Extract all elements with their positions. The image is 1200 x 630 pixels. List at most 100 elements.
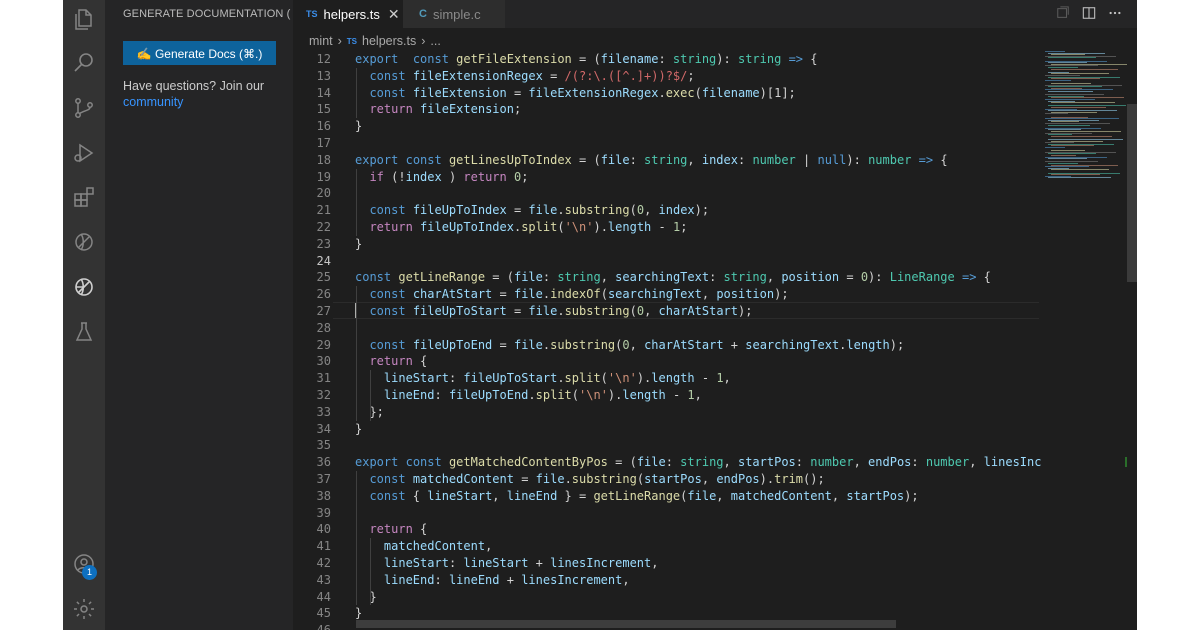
code-line[interactable]: 12 export const getFileExtension = (filen… <box>293 51 1041 68</box>
code-line[interactable]: 30 return { <box>293 353 1041 370</box>
line-number: 41 <box>316 539 331 554</box>
code-line[interactable]: 25 const getLineRange = (file: string, se… <box>293 269 1041 286</box>
close-icon[interactable]: ✕ <box>388 6 400 23</box>
code-line[interactable]: 21 const fileUpToIndex = file.substring(… <box>293 202 1041 219</box>
question-text: Have questions? Join our <box>123 79 265 93</box>
code-text: lineEnd: fileUpToEnd.split('\n').length … <box>383 388 702 402</box>
code-line[interactable]: 34} <box>293 421 1041 438</box>
minimap-line <box>1045 113 1068 115</box>
code-line[interactable]: 43 lineEnd: lineEnd + linesIncrement, <box>293 572 1041 589</box>
vertical-scrollbar[interactable] <box>1127 104 1137 282</box>
code-text: const fileUpToStart = file.substring(0, … <box>369 304 753 318</box>
code-text: const matchedContent = file.substring(st… <box>369 472 825 486</box>
line-number: 13 <box>316 68 331 83</box>
line-number: 32 <box>316 388 331 402</box>
code-line[interactable]: 31 lineStart: fileUpToStart.split('\n').… <box>293 370 1041 387</box>
settings-gear-icon[interactable] <box>69 594 99 624</box>
account-badge: 1 <box>82 565 97 580</box>
breadcrumb-folder[interactable]: mint <box>309 34 333 48</box>
code-line[interactable]: 13 const fileExtensionRegex = /(?:\.([^.… <box>293 68 1041 85</box>
code-line[interactable]: 15 return fileExtension; <box>293 101 1041 118</box>
help-text: Have questions? Join our community <box>123 78 288 110</box>
code-line[interactable]: 39 <box>293 505 1041 522</box>
tab-simple-c[interactable]: C simple.c <box>403 0 505 28</box>
minimap-line <box>1048 57 1096 59</box>
tab-helpers-ts[interactable]: TS helpers.ts ✕ <box>293 0 403 28</box>
tab-label: simple.c <box>432 6 481 22</box>
code-line[interactable]: 41 matchedContent, <box>293 538 1041 555</box>
code-line[interactable]: 18 export const getLinesUpToIndex = (file… <box>293 152 1041 169</box>
code-line[interactable]: 42 lineStart: lineStart + linesIncrement… <box>293 555 1041 572</box>
mintlify-icon[interactable] <box>69 272 99 302</box>
source-control-icon[interactable] <box>69 93 99 123</box>
code-line[interactable]: 37 const matchedContent = file.substring… <box>293 471 1041 488</box>
open-changes-icon[interactable] <box>1055 5 1071 21</box>
code-line[interactable]: 26 const charAtStart = file.indexOf(sear… <box>293 286 1041 303</box>
code-text: } <box>355 119 363 134</box>
more-actions-icon[interactable] <box>1107 5 1123 21</box>
line-number: 27 <box>316 304 331 318</box>
testing-icon[interactable] <box>69 317 99 347</box>
code-line[interactable]: 27 const fileUpToStart = file.substring(… <box>293 303 1041 320</box>
code-text: return fileExtension; <box>369 102 522 117</box>
line-number: 21 <box>316 203 331 218</box>
code-text: const fileExtensionRegex = /(?:\.([^.]+)… <box>369 68 695 83</box>
breadcrumb-more[interactable]: ... <box>430 34 440 48</box>
line-number: 46 <box>293 622 331 630</box>
breadcrumb-file[interactable]: helpers.ts <box>362 34 416 48</box>
run-debug-icon[interactable] <box>69 138 99 168</box>
code-editor[interactable]: 12 export const getFileExtension = (filen… <box>293 51 1041 630</box>
code-line[interactable]: 33 }; <box>293 404 1041 421</box>
line-number: 25 <box>316 270 331 285</box>
code-line[interactable]: 40 return { <box>293 521 1041 538</box>
code-line[interactable]: 38 const { lineStart, lineEnd } = getLin… <box>293 488 1041 505</box>
extensions-icon[interactable] <box>69 182 99 212</box>
minimap[interactable] <box>1041 51 1127 630</box>
indent-guide <box>370 538 371 606</box>
code-line[interactable]: 17 <box>293 135 1041 152</box>
line-number: 17 <box>316 136 331 150</box>
code-line[interactable]: 14 const fileExtension = fileExtensionRe… <box>293 85 1041 102</box>
line-number: 37 <box>316 472 331 486</box>
horizontal-scrollbar[interactable] <box>356 620 896 628</box>
code-text: export const getFileExtension = (filenam… <box>355 52 818 66</box>
code-line[interactable]: 32 lineEnd: fileUpToEnd.split('\n').leng… <box>293 387 1041 404</box>
code-text: if (!index ) return 0; <box>369 169 529 184</box>
code-text: const fileExtension = fileExtensionRegex… <box>369 85 796 100</box>
search-icon[interactable] <box>69 48 99 78</box>
community-link[interactable]: community <box>123 95 183 109</box>
code-line[interactable]: 28 <box>293 320 1041 337</box>
line-number: 29 <box>316 337 331 352</box>
explorer-icon[interactable] <box>69 4 99 34</box>
remote-icon[interactable] <box>69 227 99 257</box>
code-line[interactable]: 22 return fileUpToIndex.split('\n').leng… <box>293 219 1041 236</box>
typescript-file-icon: TS <box>346 36 358 46</box>
code-line[interactable]: 36 export const getMatchedContentByPos = … <box>293 454 1041 471</box>
code-line[interactable]: 35 <box>293 437 1041 454</box>
minimap-line <box>1051 169 1109 171</box>
line-number: 24 <box>316 253 331 268</box>
code-text: const fileUpToEnd = file.substring(0, ch… <box>369 337 905 352</box>
code-line[interactable]: 24 <box>293 253 1041 270</box>
line-number: 45 <box>316 606 331 621</box>
tab-label: helpers.ts <box>323 6 380 22</box>
chevron-right-icon: › <box>421 34 426 48</box>
line-number: 36 <box>316 455 331 470</box>
line-number: 42 <box>316 556 331 570</box>
code-line[interactable]: 20 <box>293 185 1041 202</box>
line-number: 44 <box>316 589 331 604</box>
line-number: 38 <box>316 488 331 503</box>
split-editor-icon[interactable] <box>1081 5 1097 21</box>
line-number: 16 <box>316 119 331 134</box>
code-line[interactable]: 29 const fileUpToEnd = file.substring(0,… <box>293 337 1041 354</box>
line-number: 35 <box>316 438 331 453</box>
code-line[interactable]: 16} <box>293 118 1041 135</box>
code-line[interactable]: 23} <box>293 236 1041 253</box>
code-line[interactable]: 19 if (!index ) return 0; <box>293 169 1041 186</box>
minimap-line <box>1048 91 1093 92</box>
line-number: 34 <box>316 421 331 436</box>
sidebar: GENERATE DOCUMENTATION (... ✍ Generate D… <box>105 0 293 630</box>
code-line[interactable]: 44 } <box>293 589 1041 606</box>
tab-bar: TS helpers.ts ✕ C simple.c <box>293 0 1137 28</box>
generate-docs-button[interactable]: ✍ Generate Docs (⌘.) <box>123 41 276 65</box>
